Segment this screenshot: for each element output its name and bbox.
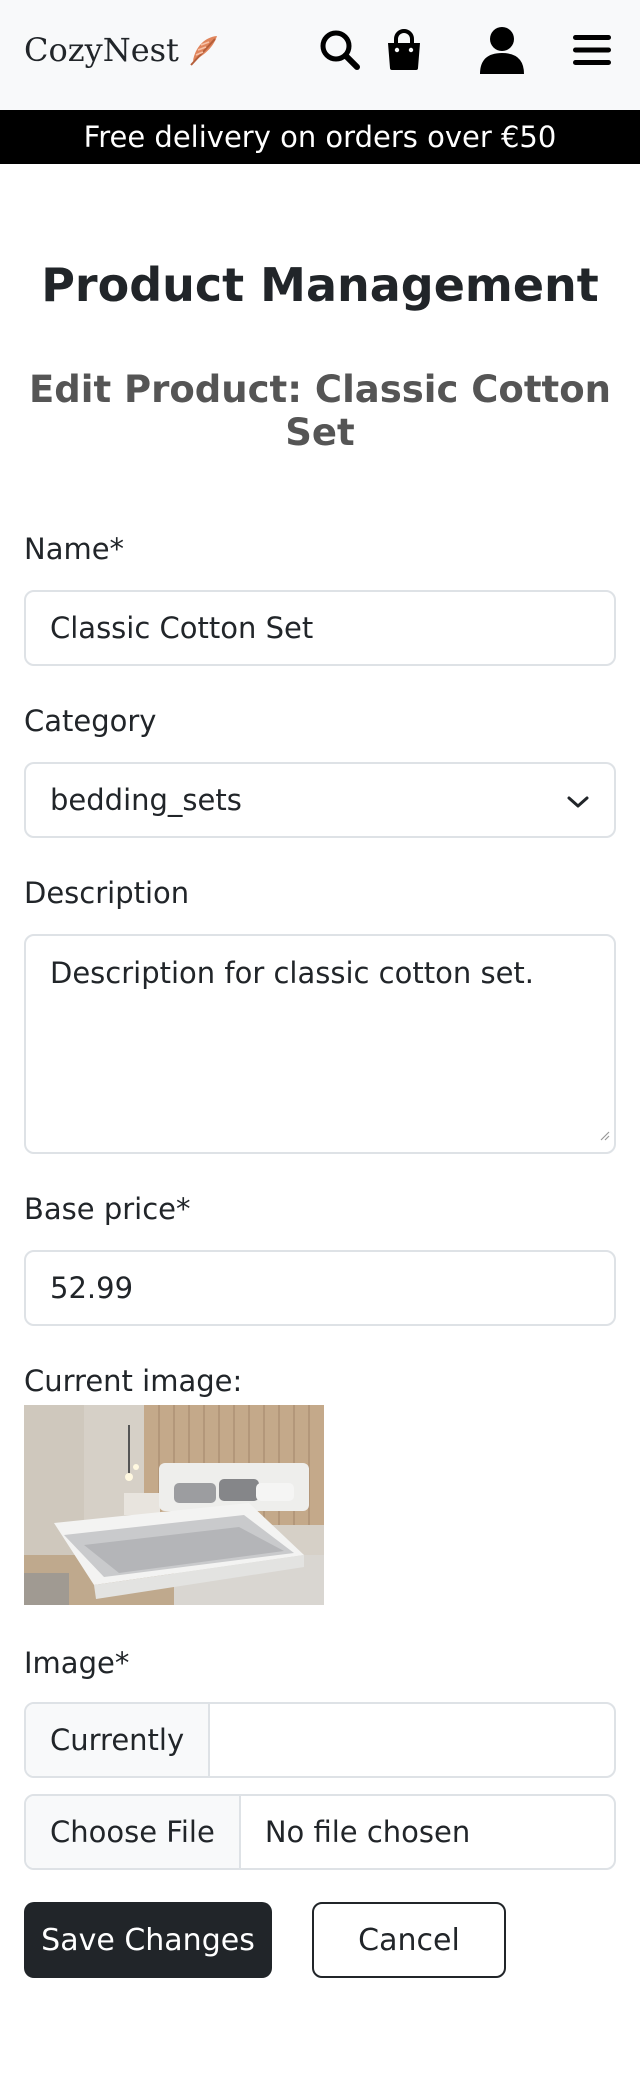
category-select-value: bedding_sets bbox=[50, 783, 242, 817]
menu-icon[interactable] bbox=[568, 26, 616, 74]
name-label: Name* bbox=[24, 532, 125, 566]
category-label: Category bbox=[24, 704, 157, 738]
current-image-label: Current image: bbox=[24, 1364, 243, 1398]
cancel-button[interactable]: Cancel bbox=[312, 1902, 506, 1978]
description-text: Description for classic cotton set. bbox=[50, 956, 534, 990]
currently-field[interactable]: Currently bbox=[24, 1702, 616, 1778]
promo-banner-text: Free delivery on orders over €50 bbox=[83, 120, 557, 154]
shopping-bag-icon[interactable] bbox=[380, 26, 428, 74]
search-icon[interactable] bbox=[316, 26, 364, 74]
resize-handle-icon[interactable] bbox=[600, 1114, 610, 1148]
promo-banner: Free delivery on orders over €50 bbox=[0, 110, 640, 164]
base-price-label: Base price* bbox=[24, 1192, 191, 1226]
user-icon[interactable] bbox=[478, 26, 526, 74]
base-price-field[interactable] bbox=[24, 1250, 616, 1326]
description-textarea[interactable]: Description for classic cotton set. bbox=[24, 934, 616, 1154]
choose-file-button[interactable]: Choose File bbox=[26, 1796, 241, 1868]
name-field[interactable] bbox=[24, 590, 616, 666]
currently-label: Currently bbox=[26, 1704, 211, 1776]
image-label: Image* bbox=[24, 1646, 130, 1680]
currently-value bbox=[210, 1704, 614, 1776]
no-file-chosen-text: No file chosen bbox=[264, 1815, 471, 1849]
file-input[interactable]: Choose File No file chosen bbox=[24, 1794, 616, 1870]
navbar: CozyNest bbox=[0, 0, 640, 110]
save-changes-button[interactable]: Save Changes bbox=[24, 1902, 272, 1978]
page-title: Product Management bbox=[41, 258, 599, 312]
chevron-down-icon bbox=[566, 783, 590, 817]
product-image bbox=[24, 1405, 324, 1605]
brand-logo[interactable]: CozyNest bbox=[24, 30, 221, 70]
page-subtitle: Edit Product: Classic Cotton Set bbox=[29, 368, 611, 454]
feather-icon bbox=[187, 33, 221, 67]
brand-name: CozyNest bbox=[24, 31, 179, 69]
category-select[interactable]: bedding_sets bbox=[24, 762, 616, 838]
description-label: Description bbox=[24, 876, 190, 910]
